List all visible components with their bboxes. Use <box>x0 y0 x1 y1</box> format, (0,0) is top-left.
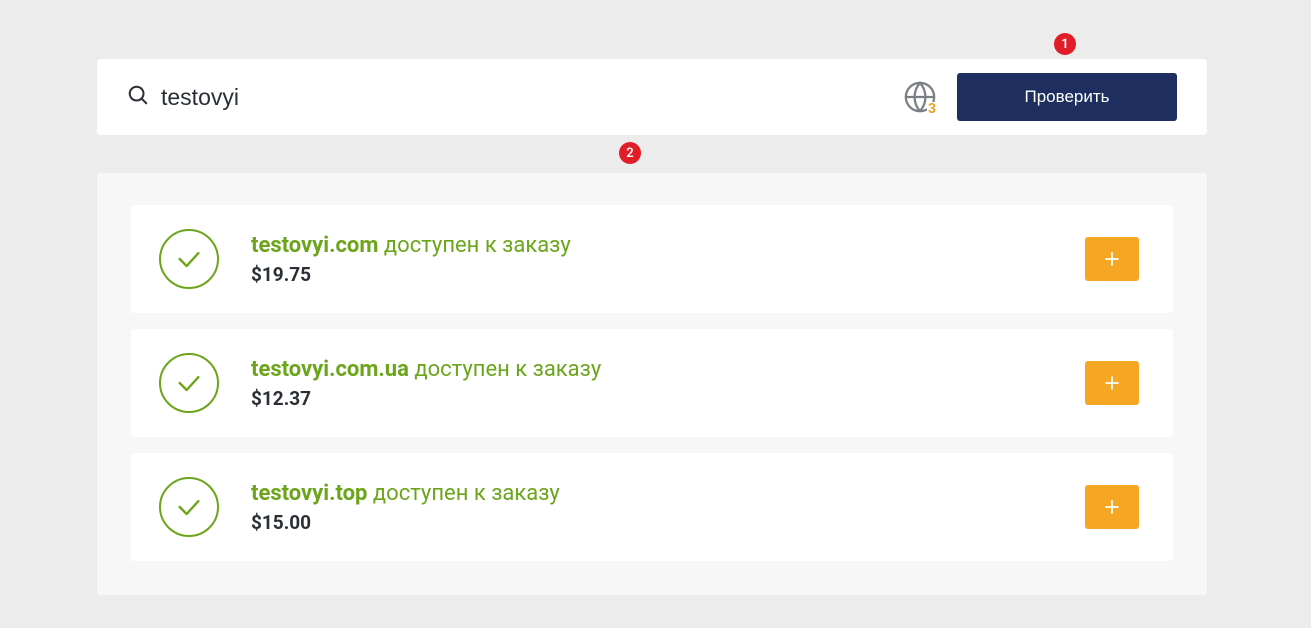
result-availability: доступен к заказу <box>373 481 560 506</box>
result-card: testovyi.top доступен к заказу $15.00 <box>131 453 1173 561</box>
globe-zone-count: 3 <box>927 102 937 116</box>
result-price: $12.37 <box>251 387 1085 410</box>
add-button[interactable] <box>1085 237 1139 281</box>
plus-icon <box>1103 250 1121 268</box>
result-title: testovyi.top доступен к заказу <box>251 480 1085 509</box>
result-availability: доступен к заказу <box>414 357 601 382</box>
add-button[interactable] <box>1085 485 1139 529</box>
plus-icon <box>1103 498 1121 516</box>
check-icon <box>159 477 219 537</box>
search-icon <box>127 84 149 110</box>
callout-badge-2: 2 <box>619 142 641 164</box>
plus-icon <box>1103 374 1121 392</box>
result-body: testovyi.com.ua доступен к заказу $12.37 <box>251 356 1085 410</box>
check-button[interactable]: Проверить <box>957 73 1177 121</box>
add-button[interactable] <box>1085 361 1139 405</box>
result-domain: testovyi.com <box>251 233 378 258</box>
result-title: testovyi.com доступен к заказу <box>251 232 1085 261</box>
result-title: testovyi.com.ua доступен к заказу <box>251 356 1085 385</box>
result-card: testovyi.com.ua доступен к заказу $12.37 <box>131 329 1173 437</box>
result-availability: доступен к заказу <box>384 233 571 258</box>
result-body: testovyi.top доступен к заказу $15.00 <box>251 480 1085 534</box>
result-domain: testovyi.com.ua <box>251 357 409 382</box>
search-input[interactable] <box>161 84 903 111</box>
callout-badge-1: 1 <box>1054 33 1076 55</box>
check-icon <box>159 353 219 413</box>
result-card: testovyi.com доступен к заказу $19.75 <box>131 205 1173 313</box>
result-domain: testovyi.top <box>251 481 367 506</box>
result-body: testovyi.com доступен к заказу $19.75 <box>251 232 1085 286</box>
results-panel: testovyi.com доступен к заказу $19.75 <box>97 173 1207 595</box>
globe-zone-selector[interactable]: 3 <box>903 80 937 114</box>
result-price: $19.75 <box>251 263 1085 286</box>
result-price: $15.00 <box>251 511 1085 534</box>
search-bar: 3 Проверить <box>97 59 1207 135</box>
check-icon <box>159 229 219 289</box>
